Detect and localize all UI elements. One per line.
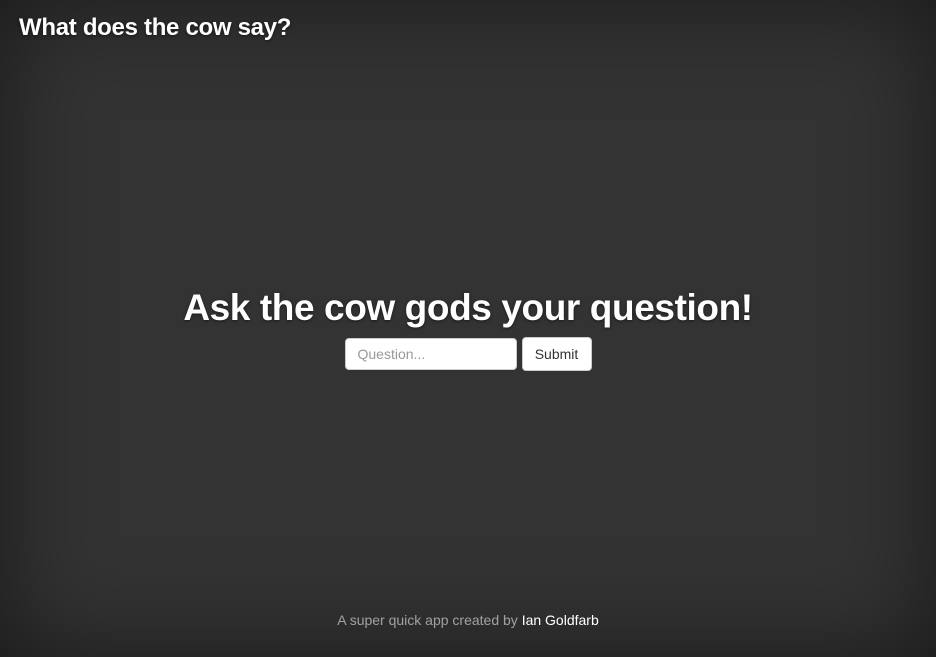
question-input[interactable] [344,338,517,370]
cover-section: Ask the cow gods your question! Submit [0,284,936,371]
footer: A super quick app created by Ian Goldfar… [0,612,936,628]
question-form: Submit [0,337,936,371]
submit-button[interactable]: Submit [521,337,592,371]
footer-text: A super quick app created by [337,612,518,628]
page-heading: Ask the cow gods your question! [183,287,753,328]
site-brand: What does the cow say? [19,14,292,41]
author-link[interactable]: Ian Goldfarb [522,612,599,628]
